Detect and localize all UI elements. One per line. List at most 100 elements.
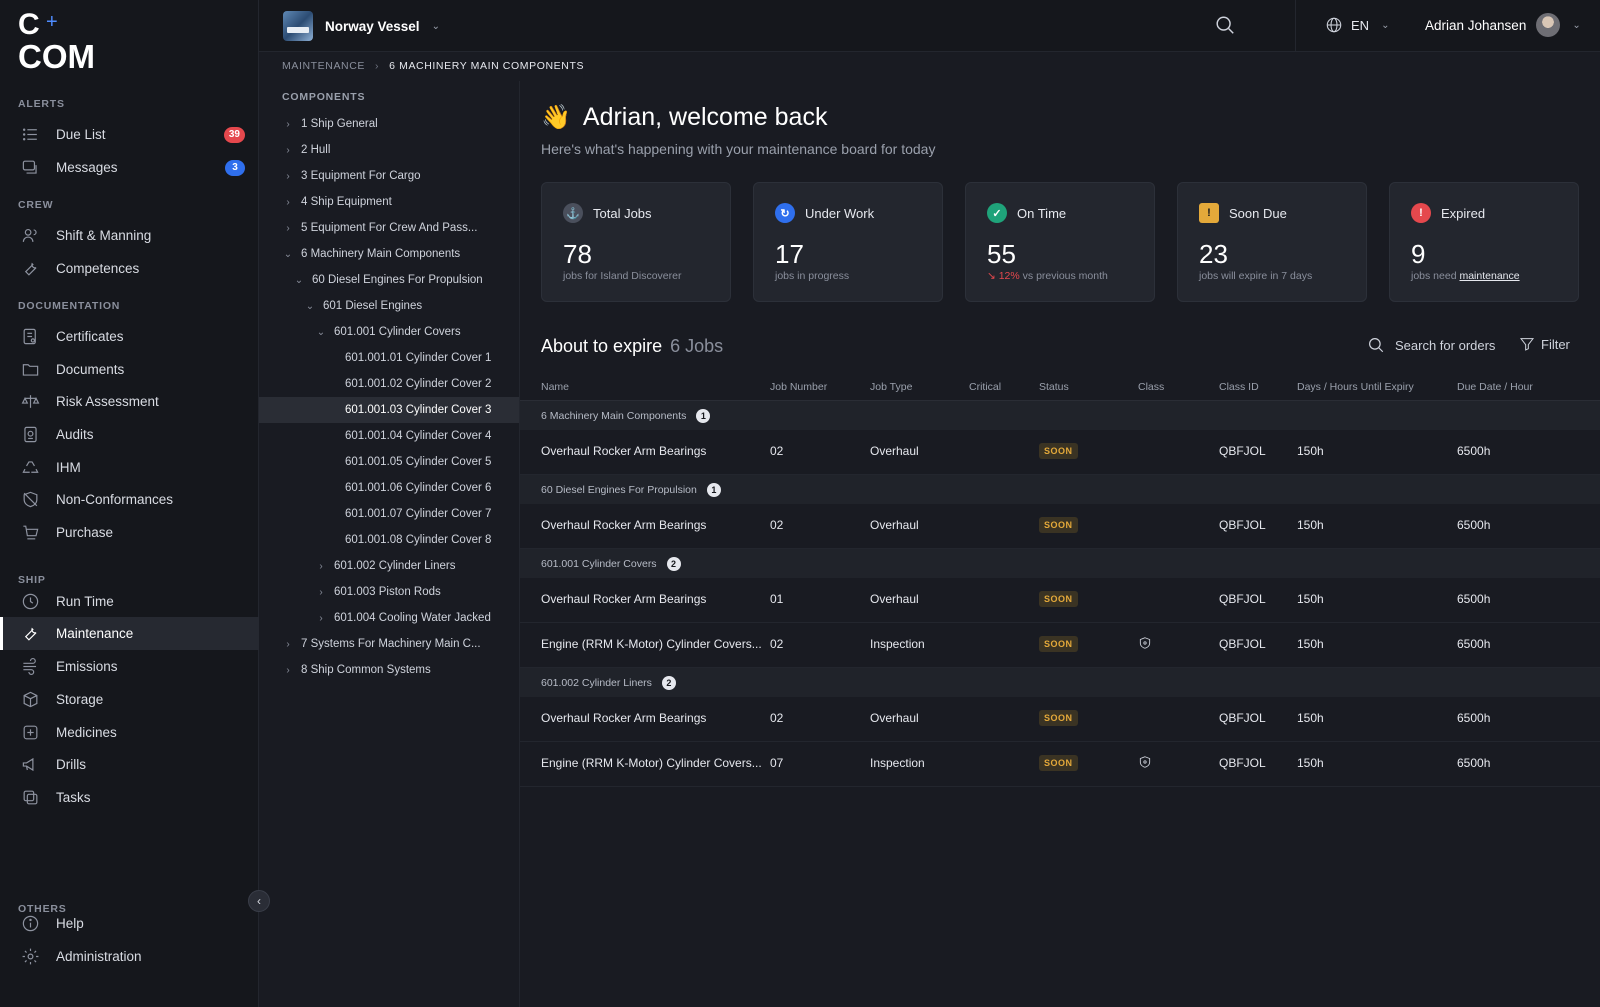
tree-item[interactable]: › 601.004 Cooling Water Jacked — [259, 605, 519, 631]
due-date: 6500h — [1457, 711, 1491, 725]
filter-button[interactable]: Filter — [1519, 336, 1570, 352]
search-orders-button[interactable]: Search for orders — [1367, 336, 1495, 354]
maintenance-link[interactable]: maintenance — [1459, 270, 1519, 282]
sidebar-item-non-conformances[interactable]: Non-Conformances — [0, 483, 259, 516]
sidebar-item-run-time[interactable]: Run Time — [0, 585, 259, 618]
tree-item[interactable]: ⌄ 6 Machinery Main Components — [259, 241, 519, 267]
group-label: 601.001 Cylinder Covers — [541, 557, 657, 570]
status-badge: SOON — [1039, 710, 1078, 726]
tree-item[interactable]: › 2 Hull — [259, 137, 519, 163]
job-type: Overhaul — [870, 518, 919, 532]
sidebar-item-risk-assessment[interactable]: Risk Assessment — [0, 385, 259, 418]
sidebar-item-certificates[interactable]: Certificates — [0, 320, 259, 353]
group-row[interactable]: 6 Machinery Main Components 1 — [520, 401, 1600, 430]
tree-item[interactable]: 601.001.03 Cylinder Cover 3 — [259, 397, 519, 423]
user-name: Adrian Johansen — [1425, 17, 1527, 33]
group-row[interactable]: 601.002 Cylinder Liners 2 — [520, 668, 1600, 697]
job-name: Engine (RRM K-Motor) Cylinder Covers... — [541, 756, 762, 770]
sidebar-item-label: Purchase — [56, 525, 114, 540]
vessel-selector[interactable]: Norway Vessel ⌄ — [283, 11, 440, 41]
tree-item[interactable]: › 7 Systems For Machinery Main C... — [259, 631, 519, 657]
tree-item[interactable]: 601.001.08 Cylinder Cover 8 — [259, 527, 519, 553]
job-number: 02 — [770, 637, 784, 651]
sidebar-item-documents[interactable]: Documents — [0, 353, 259, 386]
sidebar-item-audits[interactable]: Audits — [0, 418, 259, 451]
tree-item[interactable]: 601.001.07 Cylinder Cover 7 — [259, 501, 519, 527]
group-row[interactable]: 60 Diesel Engines For Propulsion 1 — [520, 475, 1600, 504]
due-date: 6500h — [1457, 756, 1491, 770]
breadcrumb-maintenance[interactable]: MAINTENANCE — [282, 60, 365, 72]
due-date: 6500h — [1457, 444, 1491, 458]
tree-item[interactable]: › 1 Ship General — [259, 111, 519, 137]
job-number: 02 — [770, 444, 784, 458]
group-count-badge: 1 — [706, 482, 721, 497]
stat-card-expired[interactable]: ! Expired 9 jobs need maintenance — [1389, 182, 1579, 302]
stat-card-header: ! Soon Due — [1199, 203, 1287, 223]
tree-item[interactable]: › 3 Equipment For Cargo — [259, 163, 519, 189]
tree-item[interactable]: › 601.003 Piston Rods — [259, 579, 519, 605]
sidebar-item-maintenance[interactable]: Maintenance — [0, 617, 259, 650]
table-row[interactable]: Overhaul Rocker Arm Bearings 02 Overhaul SO… — [520, 504, 1600, 549]
sidebar-item-due-list[interactable]: Due List 39 — [0, 118, 259, 151]
chevron-down-icon: ⌄ — [294, 274, 304, 286]
sidebar-item-label: Emissions — [56, 659, 118, 674]
stat-card-desc-text: jobs need — [1411, 270, 1460, 282]
sidebar-item-label: Due List — [56, 127, 106, 142]
language-label: EN — [1351, 17, 1370, 33]
due-date: 6500h — [1457, 592, 1491, 606]
stat-card-total-jobs[interactable]: ⚓ Total Jobs 78 jobs for Island Discoverer — [541, 182, 731, 302]
tree-item[interactable]: › 601.002 Cylinder Liners — [259, 553, 519, 579]
stat-card-header: ✓ On Time — [987, 203, 1066, 223]
table-row[interactable]: Engine (RRM K-Motor) Cylinder Covers... 0… — [520, 623, 1600, 668]
tree-item[interactable]: ⌄ 601 Diesel Engines — [259, 293, 519, 319]
sidebar-item-storage[interactable]: Storage — [0, 683, 259, 716]
sidebar-item-label: Help — [56, 916, 84, 931]
logo[interactable]: C + COM — [18, 10, 108, 74]
tree-item[interactable]: 601.001.01 Cylinder Cover 1 — [259, 345, 519, 371]
table-row[interactable]: Overhaul Rocker Arm Bearings 02 Overhaul SO… — [520, 697, 1600, 742]
tree-item[interactable]: › 8 Ship Common Systems — [259, 657, 519, 683]
tree-item[interactable]: ⌄ 60 Diesel Engines For Propulsion — [259, 267, 519, 293]
sidebar-item-medicines[interactable]: Medicines — [0, 716, 259, 749]
sidebar-item-emissions[interactable]: Emissions — [0, 650, 259, 683]
tree-item[interactable]: 601.001.05 Cylinder Cover 5 — [259, 449, 519, 475]
sidebar-item-administration[interactable]: Administration — [0, 940, 259, 973]
search-icon[interactable] — [1214, 14, 1238, 38]
tree-item[interactable]: ⌄ 601.001 Cylinder Covers — [259, 319, 519, 345]
user-menu[interactable]: Adrian Johansen ⌄ — [1425, 13, 1581, 37]
table-row[interactable]: Overhaul Rocker Arm Bearings 02 Overhaul SO… — [520, 430, 1600, 475]
stat-card-on-time[interactable]: ✓ On Time 55 ↘ 12% vs previous month — [965, 182, 1155, 302]
collapse-sidebar-button[interactable]: ‹ — [248, 890, 270, 912]
clock-icon — [20, 592, 40, 612]
stat-card-desc-text: jobs in progress — [775, 270, 850, 282]
column-header: Status — [1039, 381, 1069, 393]
tree-item-label: 601.002 Cylinder Liners — [334, 560, 456, 572]
sidebar-item-competences[interactable]: Competences — [0, 252, 259, 285]
sidebar-item-tasks[interactable]: Tasks — [0, 781, 259, 814]
stat-card-description: jobs will expire in 7 days — [1199, 270, 1312, 282]
sidebar-item-messages[interactable]: Messages 3 — [0, 151, 259, 184]
group-row[interactable]: 601.001 Cylinder Covers 2 — [520, 549, 1600, 578]
tree-item[interactable]: › 4 Ship Equipment — [259, 189, 519, 215]
stat-card-soon-due[interactable]: ! Soon Due 23 jobs will expire in 7 days — [1177, 182, 1367, 302]
sidebar-item-shift-manning[interactable]: Shift & Manning — [0, 219, 259, 252]
sidebar-item-help[interactable]: Help — [0, 907, 259, 940]
stat-card-under-work[interactable]: ↻ Under Work 17 jobs in progress — [753, 182, 943, 302]
table-row[interactable]: Overhaul Rocker Arm Bearings 01 Overhaul SO… — [520, 578, 1600, 623]
tree-item[interactable]: › 5 Equipment For Crew And Pass... — [259, 215, 519, 241]
language-selector[interactable]: EN ⌄ — [1325, 16, 1389, 34]
column-header: Critical — [969, 381, 1002, 393]
sidebar-item-purchase[interactable]: Purchase — [0, 516, 259, 549]
due-date: 6500h — [1457, 637, 1491, 651]
audit-icon — [20, 425, 40, 445]
tree-item[interactable]: 601.001.06 Cylinder Cover 6 — [259, 475, 519, 501]
tree-item[interactable]: 601.001.02 Cylinder Cover 2 — [259, 371, 519, 397]
column-header: Job Number — [770, 381, 828, 393]
table-row[interactable]: Engine (RRM K-Motor) Cylinder Covers... 0… — [520, 742, 1600, 787]
group-count-badge: 2 — [666, 556, 681, 571]
scale-icon — [20, 392, 40, 412]
sidebar-item-ihm[interactable]: IHM — [0, 451, 259, 484]
sidebar-item-drills[interactable]: Drills — [0, 748, 259, 781]
tree-item[interactable]: 601.001.04 Cylinder Cover 4 — [259, 423, 519, 449]
stat-card-value: 78 — [563, 239, 592, 269]
